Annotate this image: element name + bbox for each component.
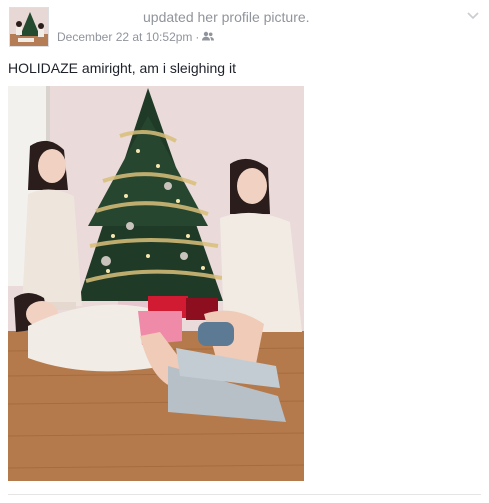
post-divider [8, 494, 481, 495]
meta-separator: · [195, 30, 200, 44]
avatar[interactable] [9, 7, 49, 47]
avatar-image [10, 8, 48, 46]
friends-icon[interactable] [202, 30, 215, 44]
chevron-down-icon[interactable] [466, 8, 480, 20]
post-status-text: HOLIDAZE amiright, am i sleighing it [8, 60, 236, 76]
feed-post: updated her profile picture. December 22… [0, 0, 489, 503]
post-meta: December 22 at 10:52pm · [57, 30, 215, 44]
post-photo[interactable] [8, 86, 304, 481]
post-timestamp[interactable]: December 22 at 10:52pm [57, 30, 192, 44]
post-headline: updated her profile picture. [143, 9, 310, 25]
profile-photo [8, 86, 304, 481]
